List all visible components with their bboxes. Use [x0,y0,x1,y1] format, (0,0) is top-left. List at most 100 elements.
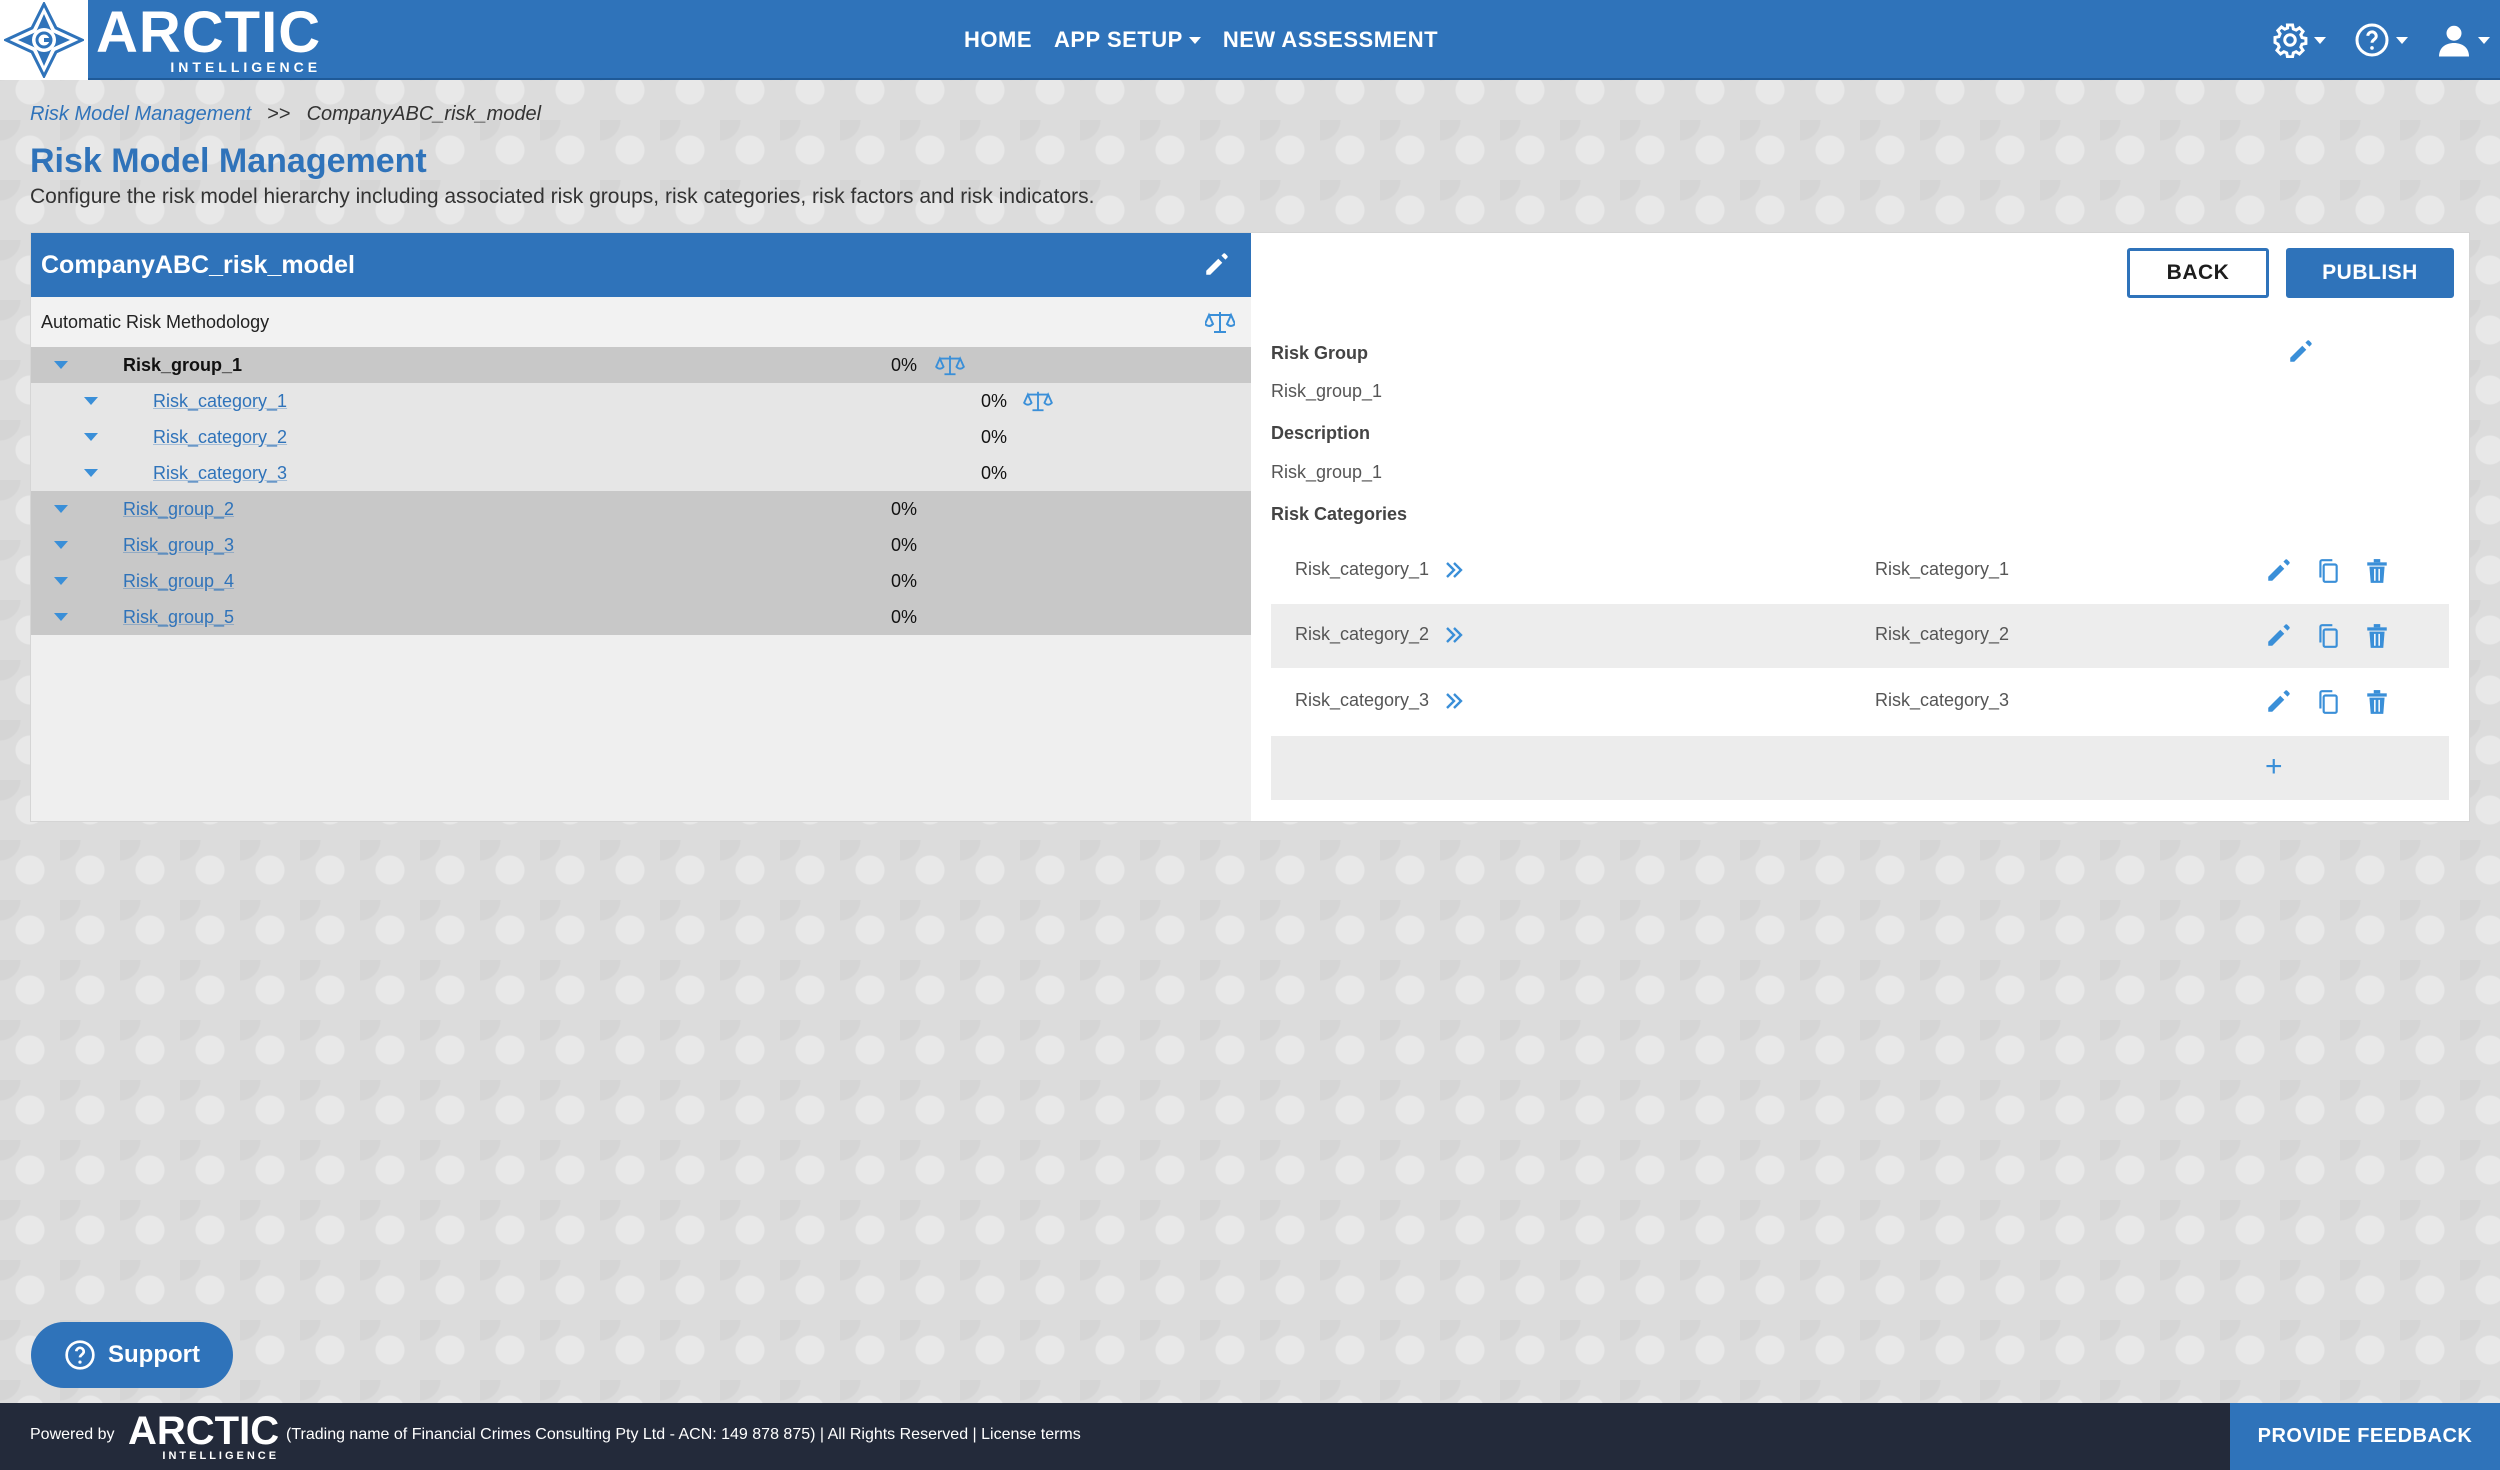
top-navbar: ARCTIC INTELLIGENCE HOME APP SETUP NEW A… [0,0,2500,80]
nav-home-label: HOME [964,27,1032,52]
copy-icon[interactable] [2315,689,2341,715]
model-tree-pane: CompanyABC_risk_model Automatic Risk Met… [31,233,1251,821]
tree-row-risk-group-3[interactable]: Risk_group_3 0% [31,527,1251,563]
brand-wordmark[interactable]: ARCTIC INTELLIGENCE [96,0,322,75]
tree-label[interactable]: Risk_category_2 [153,427,287,448]
breadcrumb: Risk Model Management >> CompanyABC_risk_m… [30,103,541,126]
caret-down-icon [2478,36,2490,44]
tree-row-risk-category-3[interactable]: Risk_category_3 0% [31,455,1251,491]
double-chevron-right-icon[interactable] [1443,559,1465,581]
tree-row-risk-group-4[interactable]: Risk_group_4 0% [31,563,1251,599]
provide-feedback-button[interactable]: PROVIDE FEEDBACK [2230,1403,2500,1470]
license-terms-link[interactable]: License terms [981,1426,1081,1443]
double-chevron-right-icon[interactable] [1443,624,1465,646]
description-value: Risk_group_1 [1271,462,1383,482]
tree-row-risk-group-5[interactable]: Risk_group_5 0% [31,599,1251,635]
settings-menu[interactable] [2272,22,2326,58]
expand-toggle-icon[interactable] [54,505,68,513]
caret-down-icon [2396,36,2408,44]
description-label: Description [1271,423,1371,443]
legal-text: (Trading name of Financial Crimes Consul… [286,1426,1081,1444]
brand-name: ARCTIC [96,0,322,65]
support-button[interactable]: Support [31,1322,233,1388]
nav-new-assessment[interactable]: NEW ASSESSMENT [1223,27,1438,53]
trash-icon[interactable] [2364,623,2390,649]
tree-label[interactable]: Risk_group_1 [123,355,242,376]
legal-copy: (Trading name of Financial Crimes Consul… [286,1426,982,1443]
tree-label[interactable]: Risk_group_3 [123,535,234,556]
category-description: Risk_category_2 [1875,624,2010,644]
back-button[interactable]: BACK [2127,248,2269,298]
copy-icon[interactable] [2315,558,2341,584]
edit-icon[interactable] [2265,558,2291,584]
footer-logo-name: ARCTIC [128,1409,280,1453]
risk-group-value: Risk_group_1 [1271,381,1383,401]
expand-toggle-icon[interactable] [54,361,68,369]
expand-toggle-icon[interactable] [84,397,98,405]
expand-toggle-icon[interactable] [54,577,68,585]
category-row: Risk_category_3 Risk_category_3 [1271,670,2449,734]
help-icon [2355,23,2389,57]
main-nav: HOME APP SETUP NEW ASSESSMENT [964,0,1438,80]
tree-row-risk-category-1[interactable]: Risk_category_1 0% [31,383,1251,419]
breadcrumb-current: CompanyABC_risk_model [306,103,542,125]
edit-model-icon[interactable] [1203,252,1229,278]
edit-icon[interactable] [2265,689,2291,715]
tree-label[interactable]: Risk_group_5 [123,607,234,628]
caret-down-icon [1188,36,1201,44]
tree-row-risk-group-2[interactable]: Risk_group_2 0% [31,491,1251,527]
trash-icon[interactable] [2364,689,2390,715]
expand-toggle-icon[interactable] [84,469,98,477]
edit-risk-group-icon[interactable] [2287,339,2313,365]
expand-toggle-icon[interactable] [54,613,68,621]
copy-icon[interactable] [2315,623,2341,649]
page-title: Risk Model Management [30,142,427,180]
tree-percent: 0% [891,606,918,627]
category-name[interactable]: Risk_category_3 [1295,690,1429,711]
breadcrumb-parent-link[interactable]: Risk Model Management [30,103,251,125]
category-row: Risk_category_1 Risk_category_1 [1271,539,2449,603]
tree-label[interactable]: Risk_category_3 [153,463,287,484]
methodology-row: Automatic Risk Methodology [31,297,1251,347]
balance-scale-icon[interactable] [1205,309,1235,335]
risk-model-card: CompanyABC_risk_model Automatic Risk Met… [30,232,2470,822]
tree-row-risk-group-1[interactable]: Risk_group_1 0% [31,347,1251,383]
arctic-logo-icon[interactable] [0,0,88,80]
footer-logo: ARCTIC INTELLIGENCE [128,1411,279,1462]
tree-percent: 0% [891,354,918,375]
nav-new-assessment-label: NEW ASSESSMENT [1222,27,1439,52]
tree-percent: 0% [891,498,918,519]
balance-scale-icon[interactable] [1023,389,1053,413]
nav-utility-icons [2272,0,2490,80]
balance-scale-icon[interactable] [935,353,965,377]
page-subtitle: Configure the risk model hierarchy inclu… [30,185,1095,208]
category-name[interactable]: Risk_category_2 [1295,624,1429,645]
user-menu[interactable] [2436,22,2490,58]
user-icon [2439,25,2469,57]
nav-app-setup-label: APP SETUP [1054,27,1183,52]
nav-app-setup[interactable]: APP SETUP [1054,27,1201,53]
expand-toggle-icon[interactable] [84,433,98,441]
double-chevron-right-icon[interactable] [1443,690,1465,712]
methodology-label: Automatic Risk Methodology [41,311,270,332]
tree-percent: 0% [891,534,918,555]
tree-label[interactable]: Risk_group_2 [123,499,234,520]
trash-icon[interactable] [2364,558,2390,584]
publish-button[interactable]: PUBLISH [2286,248,2454,298]
support-label: Support [108,1341,200,1368]
category-name[interactable]: Risk_category_1 [1295,559,1429,580]
tree-percent: 0% [981,390,1008,411]
tree-percent: 0% [981,426,1008,447]
model-title: CompanyABC_risk_model [41,250,355,279]
category-description: Risk_category_1 [1875,559,2010,579]
powered-by-text: Powered by [30,1426,115,1443]
expand-toggle-icon[interactable] [54,541,68,549]
tree-label[interactable]: Risk_category_1 [153,391,287,412]
help-menu[interactable] [2354,22,2408,58]
add-category-button[interactable]: + [2265,750,2283,784]
tree-label[interactable]: Risk_group_4 [123,571,234,592]
edit-icon[interactable] [2265,623,2291,649]
risk-categories-label: Risk Categories [1271,504,1408,524]
tree-row-risk-category-2[interactable]: Risk_category_2 0% [31,419,1251,455]
nav-home[interactable]: HOME [964,27,1032,53]
